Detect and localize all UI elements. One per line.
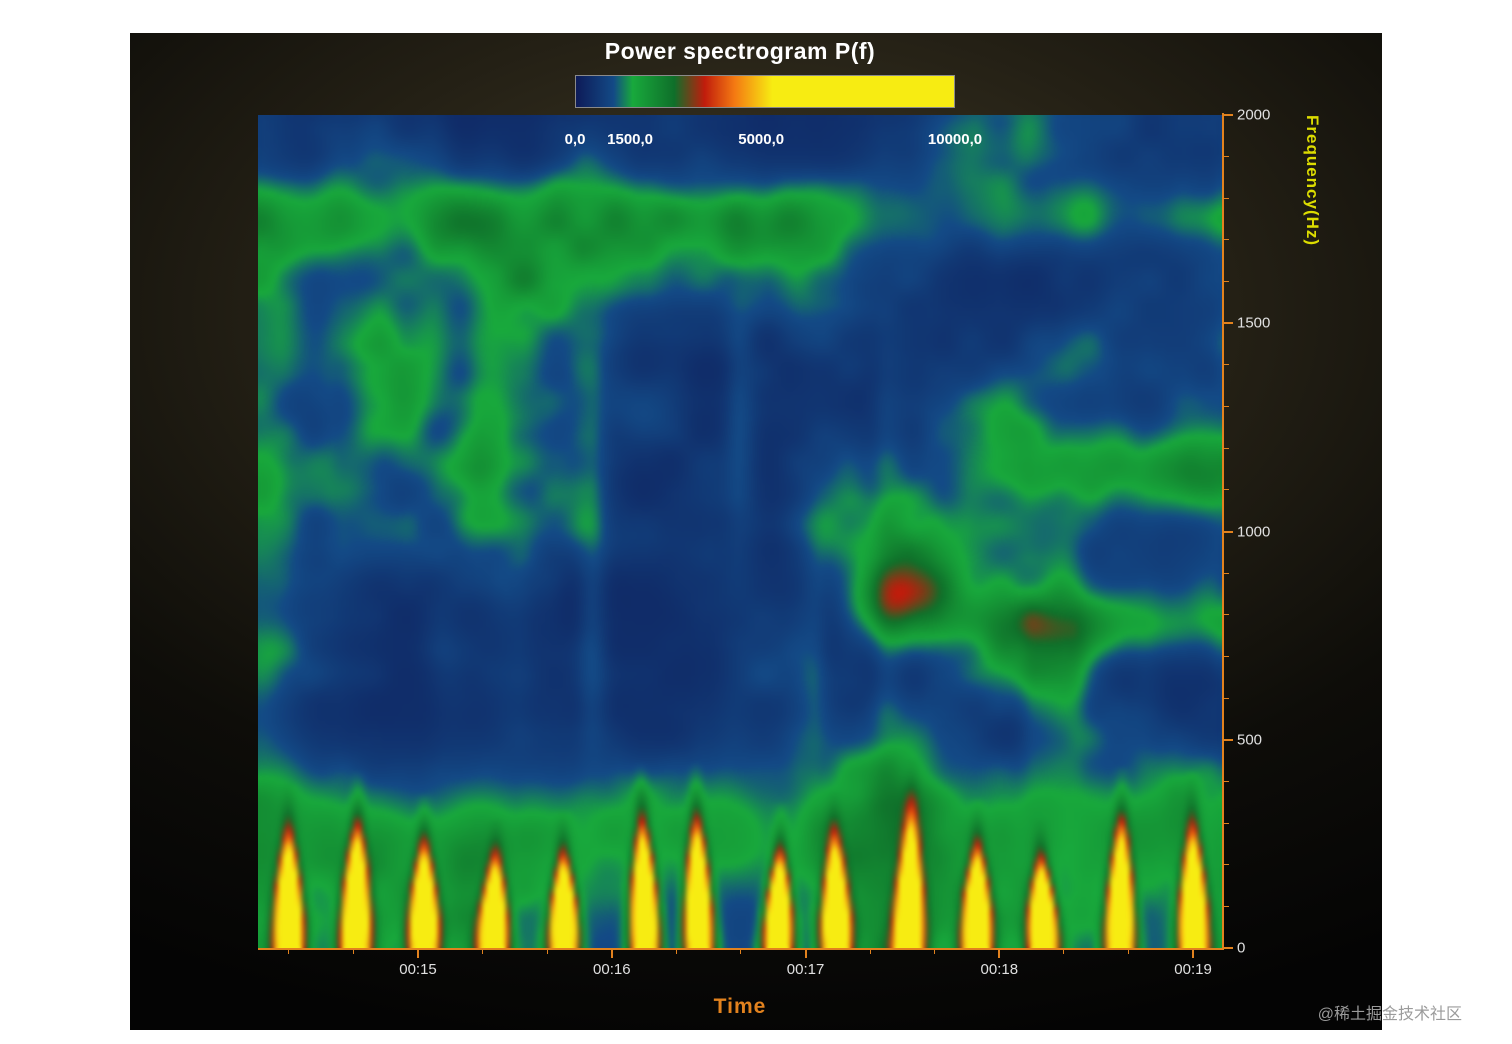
colorbar-tick-label: 1500,0: [607, 131, 654, 148]
x-tick-label: 00:18: [980, 961, 1019, 978]
page: Power spectrogram P(f) 0,0 1500,0 5000,0 10…: [0, 0, 1512, 1044]
x-tick: [998, 950, 1001, 958]
x-minor-tick: [869, 950, 871, 954]
x-tick: [417, 950, 420, 958]
y-minor-tick: [1224, 489, 1229, 491]
colorbar-tick-label: 10000,0: [927, 131, 983, 148]
x-tick: [804, 950, 807, 958]
x-minor-tick: [546, 950, 548, 954]
y-minor-tick: [1224, 447, 1229, 449]
x-axis-label: Time: [713, 995, 767, 1018]
x-minor-tick: [934, 950, 936, 954]
y-minor-tick: [1224, 156, 1229, 158]
x-tick: [610, 950, 613, 958]
watermark: @稀土掘金技术社区: [1317, 1006, 1462, 1023]
x-minor-tick: [288, 950, 290, 954]
x-minor-tick: [1127, 950, 1129, 954]
y-tick-label: 0: [1237, 939, 1246, 957]
y-tick: [1224, 738, 1233, 741]
y-tick-label: 1000: [1237, 523, 1271, 540]
x-tick: [1192, 950, 1195, 958]
colorbar: 0,0 1500,0 5000,0 10000,0: [565, 75, 983, 155]
y-minor-tick: [1224, 406, 1229, 408]
x-tick-label: 00:15: [399, 961, 437, 978]
y-minor-tick: [1224, 239, 1229, 241]
y-minor-tick: [1224, 572, 1229, 574]
y-minor-tick: [1224, 197, 1229, 199]
y-minor-tick: [1224, 614, 1229, 616]
y-minor-tick: [1224, 780, 1229, 782]
colorbar-tick-label: 0,0: [564, 131, 586, 148]
y-tick-label: 1500: [1237, 314, 1271, 332]
x-minor-tick: [1063, 950, 1065, 954]
x-tick-label: 00:19: [1174, 961, 1212, 978]
x-minor-tick: [352, 950, 354, 954]
y-minor-tick: [1224, 364, 1229, 366]
chart-title: Power spectrogram P(f): [604, 38, 876, 64]
y-tick: [1224, 947, 1233, 949]
y-tick: [1224, 114, 1233, 116]
y-minor-tick: [1224, 864, 1229, 866]
y-minor-tick: [1224, 655, 1229, 657]
y-axis-label: Frequency(Hz): [1303, 115, 1322, 247]
x-minor-tick: [482, 950, 484, 954]
chart-panel: Power spectrogram P(f) 0,0 1500,0 5000,0 10…: [130, 33, 1382, 1030]
spectrogram-heatmap: [258, 115, 1222, 948]
y-minor-tick: [1224, 697, 1229, 699]
y-tick: [1224, 322, 1233, 325]
colorbar-tick-label: 5000,0: [738, 131, 785, 148]
y-tick: [1224, 530, 1233, 533]
x-minor-tick: [740, 950, 742, 954]
x-minor-tick: [675, 950, 677, 954]
y-minor-tick: [1224, 281, 1229, 283]
y-minor-tick: [1224, 822, 1229, 824]
x-tick-label: 00:17: [786, 961, 825, 978]
y-minor-tick: [1224, 905, 1229, 907]
y-tick-label: 2000: [1237, 106, 1271, 124]
y-tick-label: 500: [1237, 731, 1263, 749]
x-tick-label: 00:16: [593, 961, 631, 978]
colorbar-tick-labels: 0,0 1500,0 5000,0 10000,0: [565, 75, 983, 155]
